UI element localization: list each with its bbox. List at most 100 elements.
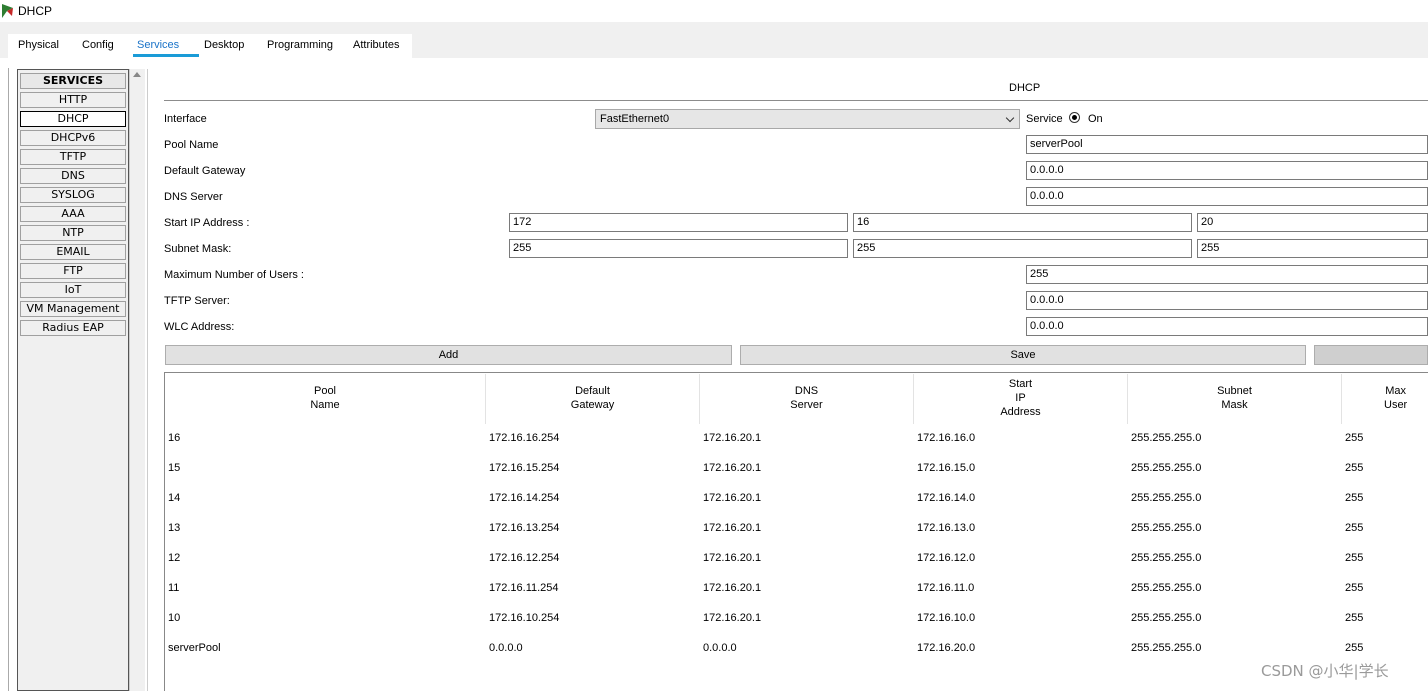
table-cell[interactable]: 172.16.11.254: [489, 582, 559, 594]
service-item-vm-management[interactable]: VM Management: [20, 301, 126, 317]
table-cell[interactable]: 255: [1345, 522, 1363, 534]
tab-physical[interactable]: Physical: [18, 39, 59, 51]
table-cell[interactable]: 255: [1345, 582, 1363, 594]
table-cell[interactable]: 172.16.20.1: [703, 582, 761, 594]
dns-server-field[interactable]: 0.0.0.0: [1026, 187, 1428, 206]
service-item-iot[interactable]: IoT: [20, 282, 126, 298]
wlc-address-field[interactable]: 0.0.0.0: [1026, 317, 1428, 336]
active-tab-indicator: [133, 54, 199, 57]
table-cell[interactable]: 172.16.14.254: [489, 492, 559, 504]
table-cell[interactable]: 172.16.10.0: [917, 612, 975, 624]
table-cell[interactable]: 11: [168, 582, 179, 594]
table-cell[interactable]: 255.255.255.0: [1131, 612, 1201, 624]
default-gateway-label: Default Gateway: [164, 165, 246, 177]
frame-border: [8, 68, 9, 691]
service-item-dhcpv6[interactable]: DHCPv6: [20, 130, 126, 146]
remove-button[interactable]: [1314, 345, 1428, 365]
service-item-http[interactable]: HTTP: [20, 92, 126, 108]
table-cell[interactable]: 255.255.255.0: [1131, 522, 1201, 534]
table-cell[interactable]: 172.16.20.0: [917, 642, 975, 654]
service-item-ntp[interactable]: NTP: [20, 225, 126, 241]
table-cell[interactable]: 172.16.20.1: [703, 612, 761, 624]
table-cell[interactable]: 10: [168, 612, 180, 624]
pool-name-field[interactable]: serverPool: [1026, 135, 1428, 154]
service-item-dhcp[interactable]: DHCP: [20, 111, 126, 127]
table-cell[interactable]: 255.255.255.0: [1131, 642, 1201, 654]
tab-config[interactable]: Config: [82, 39, 114, 51]
table-cell[interactable]: 255.255.255.0: [1131, 462, 1201, 474]
table-cell[interactable]: 172.16.15.0: [917, 462, 975, 474]
add-button[interactable]: Add: [165, 345, 732, 365]
table-cell[interactable]: 16: [168, 432, 180, 444]
table-cell[interactable]: 255: [1345, 642, 1363, 654]
table-cell[interactable]: 172.16.13.254: [489, 522, 559, 534]
tab-services[interactable]: Services: [137, 39, 179, 51]
start-ip-octet-3[interactable]: 20: [1197, 213, 1428, 232]
table-cell[interactable]: 255.255.255.0: [1131, 432, 1201, 444]
save-button[interactable]: Save: [740, 345, 1306, 365]
table-cell[interactable]: 172.16.10.254: [489, 612, 559, 624]
subnet-mask-octet-1[interactable]: 255: [509, 239, 848, 258]
tab-attributes[interactable]: Attributes: [353, 39, 399, 51]
subnet-mask-octet-3[interactable]: 255: [1197, 239, 1428, 258]
table-cell[interactable]: 172.16.20.1: [703, 492, 761, 504]
table-cell[interactable]: 0.0.0.0: [489, 642, 523, 654]
scroll-up-icon[interactable]: [133, 72, 141, 77]
service-item-email[interactable]: EMAIL: [20, 244, 126, 260]
table-cell[interactable]: 255: [1345, 612, 1363, 624]
col-header-pool-name: Pool Name: [310, 385, 340, 411]
tab-desktop[interactable]: Desktop: [204, 39, 244, 51]
table-cell[interactable]: 172.16.12.0: [917, 552, 975, 564]
table-cell[interactable]: 255: [1345, 552, 1363, 564]
table-cell[interactable]: 15: [168, 462, 180, 474]
start-ip-octet-2[interactable]: 16: [853, 213, 1192, 232]
app-icon: [2, 4, 13, 18]
table-cell[interactable]: 255: [1345, 432, 1363, 444]
table-cell[interactable]: 255.255.255.0: [1131, 492, 1201, 504]
subnet-mask-octet-2[interactable]: 255: [853, 239, 1192, 258]
table-cell[interactable]: 172.16.16.0: [917, 432, 975, 444]
service-item-radius-eap[interactable]: Radius EAP: [20, 320, 126, 336]
service-item-tftp[interactable]: TFTP: [20, 149, 126, 165]
window-title: DHCP: [18, 4, 53, 18]
col-header-max-user: Max User: [1384, 385, 1408, 411]
max-users-field[interactable]: 255: [1026, 265, 1428, 284]
table-cell[interactable]: 172.16.20.1: [703, 522, 761, 534]
default-gateway-field[interactable]: 0.0.0.0: [1026, 161, 1428, 180]
table-cell[interactable]: 13: [168, 522, 180, 534]
table-cell[interactable]: 12: [168, 552, 180, 564]
service-on-radio[interactable]: [1069, 112, 1080, 123]
table-cell[interactable]: 14: [168, 492, 180, 504]
tab-bar: Physical Config Services Desktop Program…: [0, 22, 1428, 58]
service-on-label: On: [1088, 113, 1103, 125]
table-cell[interactable]: 0.0.0.0: [703, 642, 737, 654]
tftp-server-field[interactable]: 0.0.0.0: [1026, 291, 1428, 310]
table-cell[interactable]: 172.16.16.254: [489, 432, 559, 444]
interface-select[interactable]: FastEthernet0: [595, 109, 1020, 129]
service-item-syslog[interactable]: SYSLOG: [20, 187, 126, 203]
table-cell[interactable]: 255: [1345, 492, 1363, 504]
table-cell[interactable]: 172.16.13.0: [917, 522, 975, 534]
services-header: SERVICES: [20, 73, 126, 89]
services-scrollbar[interactable]: [129, 69, 145, 691]
table-cell[interactable]: serverPool: [168, 642, 221, 654]
tab-programming[interactable]: Programming: [267, 39, 333, 51]
wlc-address-label: WLC Address:: [164, 321, 235, 333]
service-item-dns[interactable]: DNS: [20, 168, 126, 184]
table-cell[interactable]: 255: [1345, 462, 1363, 474]
table-cell[interactable]: 172.16.15.254: [489, 462, 559, 474]
table-cell[interactable]: 172.16.20.1: [703, 462, 761, 474]
table-cell[interactable]: 255.255.255.0: [1131, 582, 1201, 594]
table-cell[interactable]: 172.16.11.0: [917, 582, 974, 594]
table-cell[interactable]: 255.255.255.0: [1131, 552, 1201, 564]
table-cell[interactable]: 172.16.14.0: [917, 492, 975, 504]
panel-divider: [147, 69, 148, 691]
table-cell[interactable]: 172.16.20.1: [703, 432, 761, 444]
table-cell[interactable]: 172.16.20.1: [703, 552, 761, 564]
service-item-ftp[interactable]: FTP: [20, 263, 126, 279]
start-ip-octet-1[interactable]: 172: [509, 213, 848, 232]
tftp-server-label: TFTP Server:: [164, 295, 230, 307]
service-item-aaa[interactable]: AAA: [20, 206, 126, 222]
interface-value: FastEthernet0: [600, 113, 670, 125]
table-cell[interactable]: 172.16.12.254: [489, 552, 559, 564]
